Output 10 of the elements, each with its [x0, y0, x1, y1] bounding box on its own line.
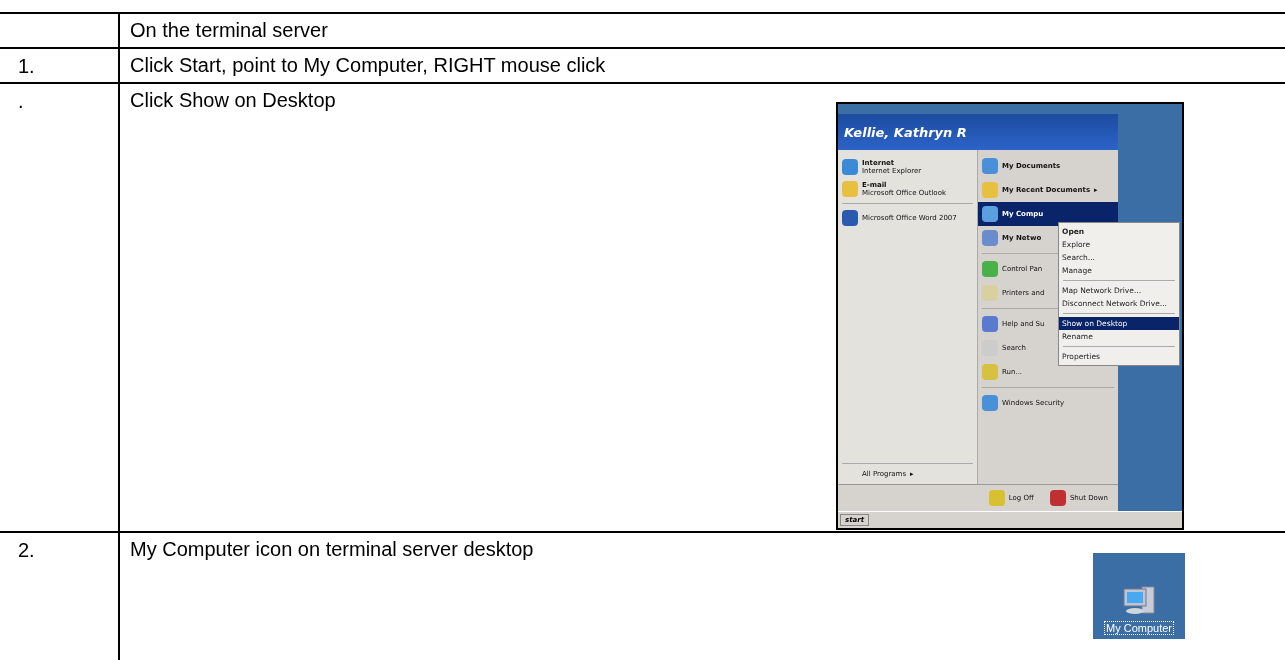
step-number: . — [18, 90, 24, 112]
step-text: Click Start, point to My Computer, RIGHT mouse click — [130, 53, 606, 78]
step-text: On the terminal server — [130, 18, 328, 43]
step-number: 1. — [18, 55, 35, 77]
user-name: Kellie, Kathryn R — [838, 114, 1118, 150]
computer-icon — [1122, 583, 1156, 617]
icon-label[interactable]: My Computer — [1104, 621, 1174, 635]
step-number: 2. — [18, 539, 35, 561]
step-text: My Computer icon on terminal server desktop — [130, 537, 534, 562]
step-text: Click Show on Desktop — [130, 88, 336, 113]
